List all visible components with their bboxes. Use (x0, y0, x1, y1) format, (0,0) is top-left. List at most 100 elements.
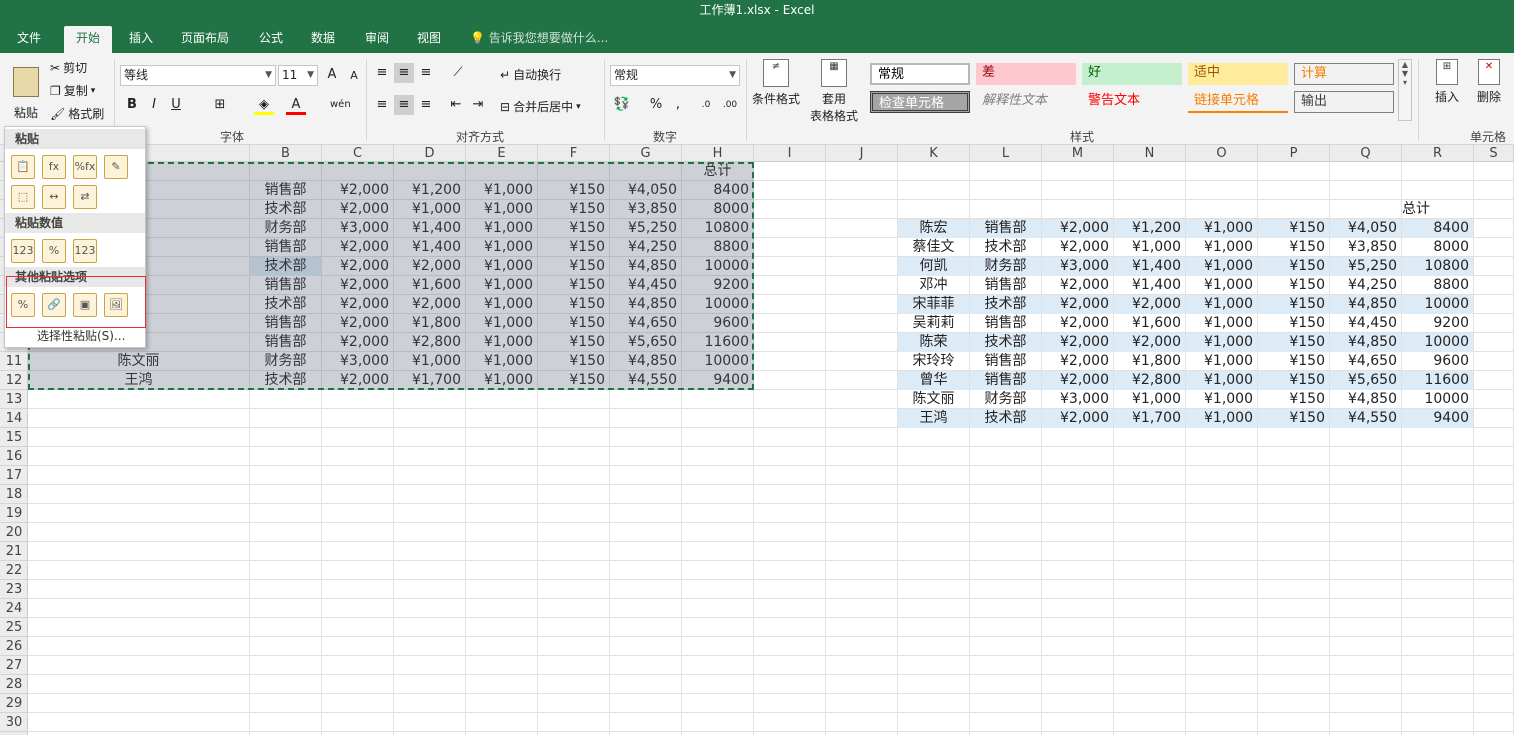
table-cell[interactable]: ¥150 (538, 314, 609, 333)
table-cell[interactable]: 11600 (1402, 371, 1473, 390)
font-size-combo[interactable]: 11 ▼ (278, 65, 318, 86)
paste-option-icon[interactable]: %fx (73, 155, 97, 179)
table-cell[interactable]: ¥150 (538, 333, 609, 352)
table-cell[interactable]: 陈宏 (898, 219, 969, 238)
table-cell[interactable]: 销售部 (970, 352, 1041, 371)
table-cell[interactable]: 技术部 (970, 238, 1041, 257)
column-header-e[interactable]: E (466, 145, 538, 162)
percent-button[interactable]: % (646, 95, 666, 115)
table-cell[interactable]: ¥150 (538, 238, 609, 257)
cell-style-6[interactable]: 解释性文本 (976, 91, 1076, 113)
table-cell[interactable]: ¥1,400 (394, 238, 465, 257)
column-header-p[interactable]: P (1258, 145, 1330, 162)
cell-style-0[interactable]: 常规 (870, 63, 970, 85)
table-cell[interactable]: ¥1,000 (466, 352, 537, 371)
table-cell[interactable]: ¥1,000 (1186, 257, 1257, 276)
row-header-15[interactable]: 15 (0, 428, 28, 447)
paste-option-icon[interactable]: 123 (73, 239, 97, 263)
underline-button[interactable]: U (166, 95, 186, 115)
table-cell[interactable]: ¥4,850 (610, 352, 681, 371)
table-cell[interactable]: ¥150 (1258, 390, 1329, 409)
table-cell[interactable]: ¥150 (1258, 219, 1329, 238)
table-cell[interactable]: 9400 (1402, 409, 1473, 428)
format-painter-button[interactable]: 🖌 格式刷 (50, 105, 104, 122)
table-cell[interactable]: 8000 (1402, 238, 1473, 257)
row-header-22[interactable]: 22 (0, 561, 28, 580)
table-cell[interactable]: ¥2,000 (1042, 276, 1113, 295)
table-cell[interactable]: 技术部 (970, 333, 1041, 352)
cut-button[interactable]: ✂ 剪切 (50, 59, 87, 76)
column-header-o[interactable]: O (1186, 145, 1258, 162)
table-cell[interactable]: ¥5,250 (610, 219, 681, 238)
table-cell[interactable]: ¥1,000 (1186, 276, 1257, 295)
table-cell[interactable]: ¥2,000 (1042, 333, 1113, 352)
table-cell[interactable]: ¥4,450 (610, 276, 681, 295)
merge-center-button[interactable]: ⊟ 合并后居中 ▾ (500, 98, 581, 115)
table-cell[interactable]: ¥4,650 (1330, 352, 1401, 371)
table-cell[interactable]: 宋菲菲 (898, 295, 969, 314)
table-cell[interactable]: 8800 (1402, 276, 1473, 295)
table-cell[interactable]: ¥2,000 (322, 257, 393, 276)
table-cell[interactable]: ¥1,400 (394, 219, 465, 238)
styles-scroll[interactable]: ▲ ▼ ▾ (1398, 59, 1412, 121)
table-cell[interactable]: ¥1,000 (1186, 390, 1257, 409)
table-cell[interactable]: 财务部 (250, 352, 321, 371)
table-cell[interactable]: ¥3,000 (1042, 257, 1113, 276)
table-cell[interactable]: 11600 (682, 333, 753, 352)
align-left-button[interactable]: ≡ (372, 95, 392, 115)
table-cell[interactable]: 10000 (682, 352, 753, 371)
table-cell[interactable]: ¥1,000 (1114, 238, 1185, 257)
column-header-m[interactable]: M (1042, 145, 1114, 162)
tab-data[interactable]: 数据 (302, 26, 344, 53)
increase-decimal-button[interactable]: .0 (696, 95, 716, 115)
table-cell[interactable]: 销售部 (250, 314, 321, 333)
paste-button[interactable]: 粘贴 (8, 57, 44, 121)
table-cell[interactable]: ¥1,600 (1114, 314, 1185, 333)
row-header-26[interactable]: 26 (0, 637, 28, 656)
table-cell[interactable]: ¥2,000 (1042, 352, 1113, 371)
cell-style-9[interactable]: 输出 (1294, 91, 1394, 113)
table-cell[interactable]: ¥2,000 (394, 257, 465, 276)
table-cell[interactable]: ¥150 (1258, 295, 1329, 314)
column-header-j[interactable]: J (826, 145, 898, 162)
table-cell[interactable]: ¥2,000 (322, 295, 393, 314)
table-cell[interactable]: ¥1,800 (394, 314, 465, 333)
row-header-24[interactable]: 24 (0, 599, 28, 618)
column-header-s[interactable]: S (1474, 145, 1514, 162)
table-cell[interactable]: ¥150 (1258, 352, 1329, 371)
table-cell[interactable]: ¥150 (1258, 409, 1329, 428)
table-cell[interactable]: ¥3,000 (322, 352, 393, 371)
table-cell[interactable]: ¥150 (538, 219, 609, 238)
table-cell[interactable]: ¥2,000 (1042, 371, 1113, 390)
table-cell[interactable]: 技术部 (250, 295, 321, 314)
cell-style-2[interactable]: 好 (1082, 63, 1182, 85)
column-header-h[interactable]: H (682, 145, 754, 162)
table-cell[interactable]: 10800 (682, 219, 753, 238)
row-header-25[interactable]: 25 (0, 618, 28, 637)
table-cell[interactable]: 10000 (682, 295, 753, 314)
tab-insert[interactable]: 插入 (120, 26, 162, 53)
table-cell[interactable]: 技术部 (970, 409, 1041, 428)
table-cell[interactable]: ¥1,000 (466, 276, 537, 295)
table-cell[interactable]: 8000 (682, 200, 753, 219)
table-cell[interactable]: ¥150 (538, 295, 609, 314)
tab-file[interactable]: 文件 (8, 26, 50, 53)
column-header-i[interactable]: I (754, 145, 826, 162)
comma-button[interactable]: , (668, 95, 688, 115)
paste-option-icon[interactable]: ✎ (104, 155, 128, 179)
table-cell[interactable]: 9600 (1402, 352, 1473, 371)
row-header-11[interactable]: 11 (0, 352, 28, 371)
table-cell[interactable]: ¥1,000 (466, 371, 537, 390)
table-cell[interactable]: 销售部 (970, 314, 1041, 333)
table-cell[interactable]: ¥150 (538, 371, 609, 390)
table-cell[interactable]: ¥2,000 (322, 314, 393, 333)
table-cell[interactable]: ¥5,650 (1330, 371, 1401, 390)
table-cell[interactable]: 财务部 (970, 390, 1041, 409)
table-cell[interactable]: 曾华 (898, 371, 969, 390)
table-cell[interactable]: ¥4,850 (1330, 333, 1401, 352)
table-cell[interactable]: ¥3,000 (322, 219, 393, 238)
table-cell[interactable]: 陈文丽 (28, 352, 249, 371)
table-cell[interactable]: 9400 (682, 371, 753, 390)
table-cell[interactable]: ¥3,850 (1330, 238, 1401, 257)
conditional-format-button[interactable]: ≠ 条件格式 (750, 59, 802, 107)
